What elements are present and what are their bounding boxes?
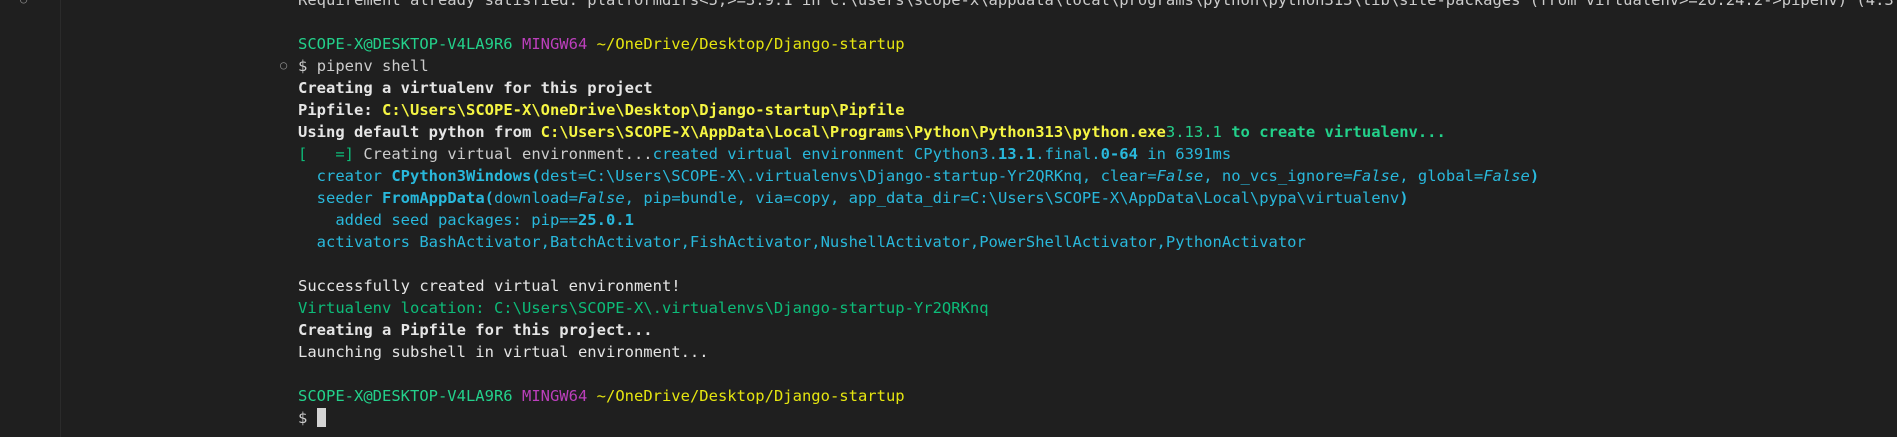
python-path: C:\Users\SCOPE-X\AppData\Local\Programs\… xyxy=(540,123,1166,141)
output-text: ( xyxy=(484,189,494,207)
output-line: Creating a Pipfile for this project... xyxy=(298,321,653,339)
output-text: 25.0.1 xyxy=(577,211,634,229)
output-line: [ =] Creating virtual environment...crea… xyxy=(298,143,1897,165)
output-text: ( xyxy=(531,167,541,185)
output-line: Virtualenv location: C:\Users\SCOPE-X\.v… xyxy=(298,297,1897,319)
output-text: Creating virtual environment... xyxy=(363,145,653,163)
output-line: Creating a virtualenv for this project xyxy=(298,79,653,97)
prompt-line: SCOPE-X@DESKTOP-V4LA9R6 MINGW64 ~/OneDri… xyxy=(298,385,1897,407)
output-text: Virtualenv location: xyxy=(298,299,494,317)
output-line: activators BashActivator,BatchActivator,… xyxy=(298,233,1306,251)
output-text: CPython3Windows xyxy=(391,167,532,185)
output-text: False xyxy=(1352,167,1400,185)
output-text: 0-64 xyxy=(1100,145,1138,163)
command-decoration-icon[interactable]: ○ xyxy=(20,0,27,6)
output-text: , no_vcs_ignore= xyxy=(1203,167,1353,185)
output-line: Using default python from C:\Users\SCOPE… xyxy=(298,121,1897,143)
output-text: created virtual environment CPython3. xyxy=(652,145,998,163)
output-text: Using default python from xyxy=(298,123,532,141)
output-text: , global= xyxy=(1399,167,1484,185)
prompt-symbol: $ xyxy=(298,57,308,75)
output-line: Successfully created virtual environment… xyxy=(298,277,681,295)
command-text: pipenv shell xyxy=(316,57,429,75)
output-line: seeder FromAppData(download=False, pip=b… xyxy=(298,187,1897,209)
output-text: download= xyxy=(494,189,578,207)
output-text: .final. xyxy=(1035,145,1101,163)
output-text: False xyxy=(578,189,625,207)
output-line: Requirement already satisfied: platformd… xyxy=(298,0,1897,9)
progress-spinner: [ =] xyxy=(298,145,354,163)
output-line: added seed packages: pip==25.0.1 xyxy=(298,209,1897,231)
prompt-shell: MINGW64 xyxy=(521,35,588,53)
virtualenv-path: C:\Users\SCOPE-X\.virtualenvs\Django-sta… xyxy=(493,299,989,317)
output-text: creator xyxy=(298,167,392,185)
prompt-path: ~/OneDrive/Desktop/Django-startup xyxy=(596,35,905,53)
output-text: in 6391ms xyxy=(1137,145,1232,163)
output-text: False xyxy=(1156,167,1204,185)
text-cursor xyxy=(316,408,326,427)
pipfile-path: C:\Users\SCOPE-X\OneDrive\Desktop\Django… xyxy=(382,101,905,119)
output-text: , pip=bundle, via=copy, app_data_dir=C:\… xyxy=(624,189,1400,207)
output-text: False xyxy=(1483,167,1530,185)
command-line[interactable]: $ xyxy=(298,407,1897,429)
output-text: seeder xyxy=(298,189,382,207)
output-text: added seed packages: pip== xyxy=(298,211,578,229)
output-text: dest=C:\Users\SCOPE-X\.virtualenvs\Djang… xyxy=(540,167,1157,185)
output-text: FromAppData xyxy=(382,189,485,207)
output-text: ) xyxy=(1399,189,1409,207)
terminal-gutter xyxy=(0,0,60,437)
python-version: 3.13.1 xyxy=(1165,123,1222,141)
terminal-output[interactable]: Requirement already satisfied: platformd… xyxy=(298,0,1897,429)
gutter-separator xyxy=(60,0,61,437)
output-line: creator CPython3Windows(dest=C:\Users\SC… xyxy=(298,165,1897,187)
prompt-user-host: SCOPE-X@DESKTOP-V4LA9R6 xyxy=(298,387,513,405)
output-line: Pipfile: C:\Users\SCOPE-X\OneDrive\Deskt… xyxy=(298,99,1897,121)
prompt-shell: MINGW64 xyxy=(521,387,588,405)
command-line: $ pipenv shell xyxy=(298,55,1897,77)
prompt-user-host: SCOPE-X@DESKTOP-V4LA9R6 xyxy=(298,35,513,53)
output-text: 13.1 xyxy=(997,145,1036,163)
output-text: ) xyxy=(1529,167,1540,185)
terminal-panel[interactable]: ○ ○ Requirement already satisfied: platf… xyxy=(0,0,1897,437)
command-decoration-icon[interactable]: ○ xyxy=(280,58,287,72)
output-text: to create virtualenv... xyxy=(1231,123,1446,141)
prompt-line: SCOPE-X@DESKTOP-V4LA9R6 MINGW64 ~/OneDri… xyxy=(298,33,1897,55)
prompt-symbol: $ xyxy=(298,409,308,427)
prompt-path: ~/OneDrive/Desktop/Django-startup xyxy=(596,387,905,405)
pipfile-label: Pipfile: xyxy=(298,101,373,119)
output-line: Launching subshell in virtual environmen… xyxy=(298,343,709,361)
